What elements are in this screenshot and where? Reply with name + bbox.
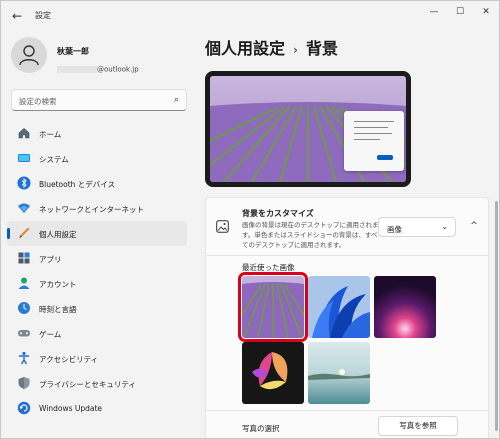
windows-update-icon [17,401,31,415]
breadcrumb: 個人用設定 › 背景 [205,35,338,59]
sidebar-item-label: アカウント [39,280,77,289]
sidebar-item-accounts[interactable]: アカウント [7,271,187,296]
sidebar-item-personalization[interactable]: 個人用設定 [7,221,187,246]
sidebar-item-label: Windows Update [39,404,103,413]
sidebar-item-label: ホーム [39,130,62,139]
sidebar-item-apps[interactable]: アプリ [7,246,187,271]
network-icon [18,203,30,213]
search-input[interactable]: 設定の検索 ⌕ [11,89,187,111]
background-settings-panel: 背景をカスタマイズ 画像の背景は現在のデスクトップに適用されます。単色またはスラ… [205,197,489,438]
sidebar-item-gaming[interactable]: ゲーム [7,321,187,346]
breadcrumb-separator: › [293,43,298,57]
scrollbar[interactable] [495,201,498,431]
email-redaction [57,66,97,73]
sidebar-item-home[interactable]: ホーム [7,121,187,146]
lavender-thumbnail [242,276,304,338]
time-language-icon [18,302,30,314]
accessibility-icon [19,351,29,365]
background-type-select[interactable]: 画像 ⌄ [378,217,456,237]
preview-dialog-window [344,111,404,171]
user-icon [19,45,39,66]
sidebar-item-bluetooth[interactable]: Bluetooth とデバイス [7,171,187,196]
sidebar-nav: ホーム システム Bluetooth とデバイス ネットワークとインターネット [7,121,187,421]
sidebar-item-privacy[interactable]: プライバシーとセキュリティ [7,371,187,396]
recent-image-lavender[interactable] [238,272,308,342]
user-email-suffix: @outlook.jp [97,65,139,74]
search-placeholder: 設定の検索 [19,97,57,106]
recent-image-purple-glow[interactable] [374,276,436,338]
desktop-preview [205,71,411,187]
gaming-icon [18,330,30,337]
avatar[interactable] [11,37,47,73]
back-button[interactable]: ← [9,8,25,24]
collapse-button[interactable]: ^ [466,218,482,234]
preview-text-line [354,139,380,140]
account-icon [18,277,30,289]
home-icon [18,128,30,139]
sidebar-item-label: Bluetooth とデバイス [39,180,116,189]
lake-thumbnail [308,342,370,404]
sidebar-item-network[interactable]: ネットワークとインターネット [7,196,187,221]
image-icon [216,220,229,233]
recent-image-colorful-flower[interactable] [242,342,304,404]
sidebar-item-accessibility[interactable]: アクセシビリティ [7,346,187,371]
background-customize-row: 背景をカスタマイズ 画像の背景は現在のデスクトップに適用されます。単色またはスラ… [206,198,488,256]
sidebar-item-label: アクセシビリティ [39,355,99,364]
user-name: 秋葉一郎 [57,47,89,56]
sidebar-item-label: プライバシーとセキュリティ [39,380,136,389]
personalization-icon [19,227,30,239]
system-icon [18,154,30,162]
close-button[interactable]: ✕ [475,5,497,19]
shield-icon [18,377,30,389]
sidebar-item-label: 個人用設定 [39,230,77,239]
sidebar-item-label: ネットワークとインターネット [39,205,144,214]
settings-window: ← 設定 — ☐ ✕ 秋葉一郎 @outlook.jp 設定の検索 ⌕ ホーム [0,0,500,439]
choose-photo-label: 写真の選択 [242,424,280,433]
background-type-value: 画像 [387,225,402,234]
preview-text-line [354,121,394,122]
purple-glow-thumbnail [374,276,436,338]
recent-image-lake[interactable] [308,342,370,404]
sidebar-item-system[interactable]: システム [7,146,187,171]
recent-images-label: 最近使った画像 [242,263,295,272]
sidebar-item-label: システム [39,155,69,164]
preview-accent-button [377,155,393,160]
breadcrumb-parent[interactable]: 個人用設定 [205,39,285,58]
colorful-flower-thumbnail [242,342,304,404]
chevron-down-icon: ⌄ [441,222,448,231]
sidebar-item-label: 時刻と言語 [39,305,77,314]
title-bar: ← 設定 — ☐ ✕ [1,1,499,31]
minimize-button[interactable]: — [423,5,445,19]
browse-photos-button[interactable]: 写真を参照 [378,416,458,436]
background-customize-title: 背景をカスタマイズ [242,209,314,218]
user-email: @outlook.jp [57,59,139,74]
preview-text-line [354,127,388,128]
preview-text-line [354,133,392,134]
app-title: 設定 [35,11,51,20]
sidebar-item-label: アプリ [39,255,62,264]
choose-photo-row: 写真の選択 写真を参照 [206,410,488,438]
sidebar-item-label: ゲーム [39,330,62,339]
recent-image-blue-bloom[interactable] [308,276,370,338]
bluetooth-icon [17,176,31,190]
maximize-button[interactable]: ☐ [449,5,471,19]
page-title: 背景 [305,39,338,58]
background-customize-description: 画像の背景は現在のデスクトップに適用されます。単色またはスライドショーの背景は、… [242,221,379,249]
sidebar-item-time-language[interactable]: 時刻と言語 [7,296,187,321]
sidebar-item-windows-update[interactable]: Windows Update [7,396,187,421]
search-icon: ⌕ [173,95,179,105]
apps-icon [18,252,30,264]
blue-bloom-thumbnail [308,276,370,338]
